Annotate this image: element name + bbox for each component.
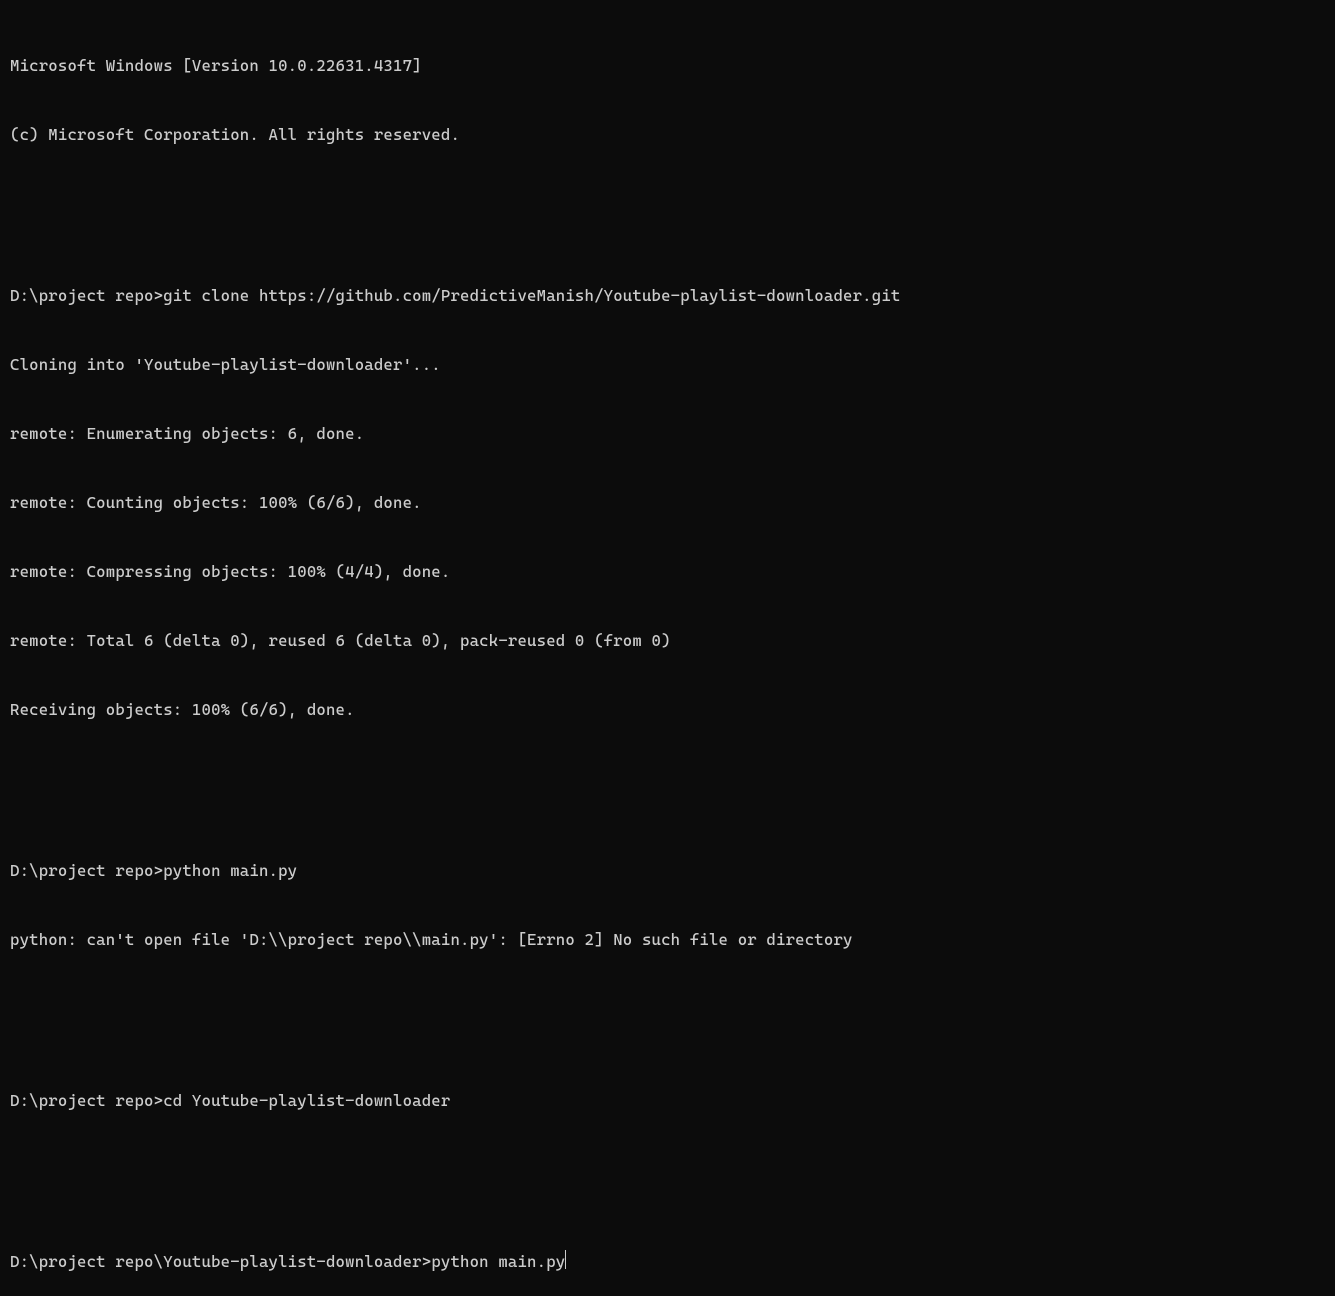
command-1: git clone https://github.com/PredictiveM… (163, 284, 900, 307)
command-line-1: D:\project repo>git clone https://github… (10, 284, 1325, 307)
terminal-window[interactable]: Microsoft Windows [Version 10.0.22631.43… (10, 8, 1325, 1296)
blank-line (10, 997, 1325, 1020)
version-line: Microsoft Windows [Version 10.0.22631.43… (10, 54, 1325, 77)
command-2: python main.py (163, 859, 297, 882)
command-line-3: D:\project repo>cd Youtube-playlist-down… (10, 1089, 1325, 1112)
output-line: Receiving objects: 100% (6/6), done. (10, 698, 1325, 721)
prompt-2: D:\project repo> (10, 859, 163, 882)
current-prompt: D:\project repo\Youtube-playlist-downloa… (10, 1250, 431, 1273)
output-line: Cloning into 'Youtube-playlist-downloade… (10, 353, 1325, 376)
output-line: remote: Enumerating objects: 6, done. (10, 422, 1325, 445)
prompt-1: D:\project repo> (10, 284, 163, 307)
prompt-3: D:\project repo> (10, 1089, 163, 1112)
cursor-icon (565, 1250, 566, 1269)
output-line: remote: Compressing objects: 100% (4/4),… (10, 560, 1325, 583)
current-command-line[interactable]: D:\project repo\Youtube-playlist-downloa… (10, 1250, 1325, 1273)
current-command-input[interactable]: python main.py (431, 1250, 565, 1273)
copyright-line: (c) Microsoft Corporation. All rights re… (10, 123, 1325, 146)
command-3: cd Youtube-playlist-downloader (163, 1089, 450, 1112)
output-line: python: can't open file 'D:\\project rep… (10, 928, 1325, 951)
blank-line (10, 767, 1325, 790)
blank-line (10, 192, 1325, 215)
command-line-2: D:\project repo>python main.py (10, 859, 1325, 882)
blank-line (10, 1158, 1325, 1181)
output-line: remote: Counting objects: 100% (6/6), do… (10, 491, 1325, 514)
output-line: remote: Total 6 (delta 0), reused 6 (del… (10, 629, 1325, 652)
